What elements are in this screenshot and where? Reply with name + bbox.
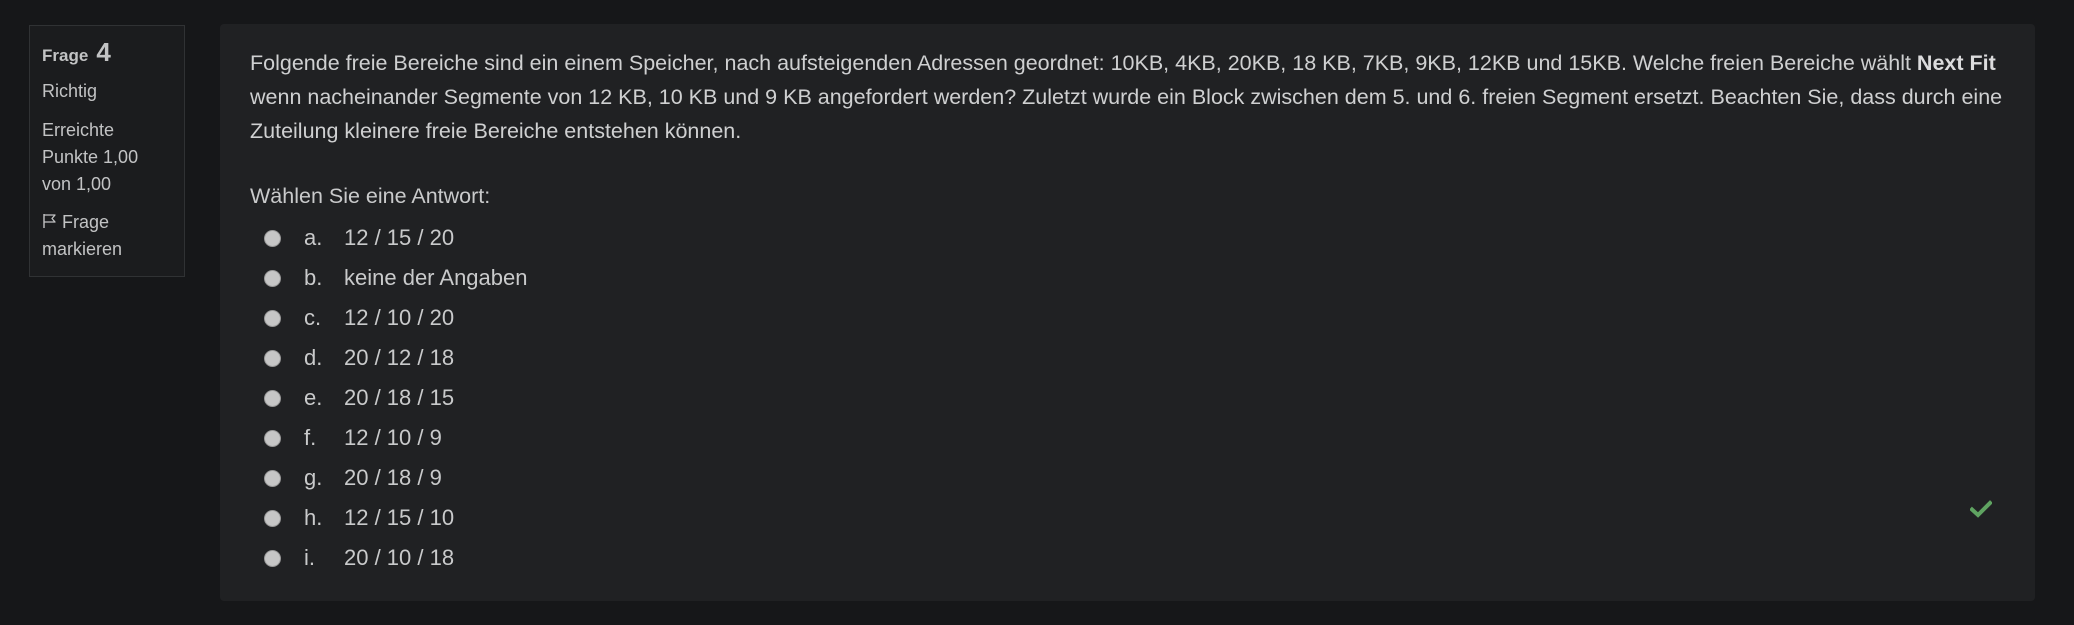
answer-text: 20 / 18 / 9 bbox=[344, 465, 442, 490]
question-content: Folgende freie Bereiche sind ein einem S… bbox=[220, 24, 2035, 601]
answer-option-g[interactable]: g. 20 / 18 / 9 bbox=[264, 458, 528, 498]
answer-letter: c. bbox=[304, 305, 322, 330]
radio-button[interactable] bbox=[264, 229, 281, 247]
answer-option-f[interactable]: f. 12 / 10 / 9 bbox=[264, 418, 528, 458]
answer-letter: f. bbox=[304, 425, 317, 450]
answer-text: 12 / 15 / 10 bbox=[344, 505, 455, 530]
answer-letter: d. bbox=[304, 345, 323, 370]
question-grade: Erreichte Punkte 1,00 von 1,00 bbox=[42, 120, 139, 194]
radio-button[interactable] bbox=[264, 389, 281, 407]
answer-letter: i. bbox=[304, 545, 315, 570]
answer-letter: h. bbox=[304, 505, 323, 530]
question-number-label: Frage bbox=[42, 46, 89, 65]
answer-letter: a. bbox=[304, 225, 323, 250]
answer-option-b[interactable]: b. keine der Angaben bbox=[264, 258, 528, 298]
answer-text: 20 / 18 / 15 bbox=[344, 385, 455, 410]
question-text-part1: Folgende freie Bereiche sind ein einem S… bbox=[250, 51, 1917, 75]
answer-text: 20 / 10 / 18 bbox=[344, 545, 455, 570]
radio-button[interactable] bbox=[264, 469, 281, 487]
answer-prompt: Wählen Sie eine Antwort: bbox=[250, 184, 491, 208]
radio-button[interactable] bbox=[264, 429, 281, 447]
radio-button[interactable] bbox=[264, 269, 281, 287]
question-text-bold: Next Fit bbox=[1916, 51, 1996, 75]
radio-button[interactable] bbox=[264, 549, 281, 567]
answer-option-c[interactable]: c. 12 / 10 / 20 bbox=[264, 298, 528, 338]
answer-option-h[interactable]: h. 12 / 15 / 10 bbox=[264, 498, 528, 538]
flag-icon bbox=[42, 210, 58, 228]
checkmark-icon bbox=[1969, 500, 1993, 523]
answer-text: 12 / 10 / 20 bbox=[344, 305, 455, 330]
flag-question-link[interactable]: Frage markieren bbox=[42, 209, 172, 263]
answer-list: a. 12 / 15 / 20 b. keine der Angaben c. … bbox=[264, 218, 528, 578]
radio-button[interactable] bbox=[264, 309, 281, 327]
question-state: Richtig bbox=[42, 81, 98, 101]
answer-text: keine der Angaben bbox=[344, 265, 528, 290]
radio-button[interactable] bbox=[264, 509, 281, 527]
answer-option-a[interactable]: a. 12 / 15 / 20 bbox=[264, 218, 528, 258]
answer-letter: b. bbox=[304, 265, 323, 290]
answer-letter: g. bbox=[304, 465, 323, 490]
radio-button[interactable] bbox=[264, 349, 281, 367]
answer-text: 20 / 12 / 18 bbox=[344, 345, 455, 370]
answer-letter: e. bbox=[304, 385, 323, 410]
answer-option-d[interactable]: d. 20 / 12 / 18 bbox=[264, 338, 528, 378]
question-info-panel: Frage 4 Richtig Erreichte Punkte 1,00 vo… bbox=[29, 25, 185, 277]
question-number-value: 4 bbox=[96, 37, 111, 67]
answer-text: 12 / 15 / 20 bbox=[344, 225, 455, 250]
question-text: Folgende freie Bereiche sind ein einem S… bbox=[250, 46, 2010, 148]
answer-option-i[interactable]: i. 20 / 10 / 18 bbox=[264, 538, 528, 578]
answer-text: 12 / 10 / 9 bbox=[344, 425, 442, 450]
answer-option-e[interactable]: e. 20 / 18 / 15 bbox=[264, 378, 528, 418]
question-text-part2: wenn nacheinander Segmente von 12 KB, 10… bbox=[250, 85, 2003, 143]
question-number: Frage 4 bbox=[42, 39, 172, 69]
